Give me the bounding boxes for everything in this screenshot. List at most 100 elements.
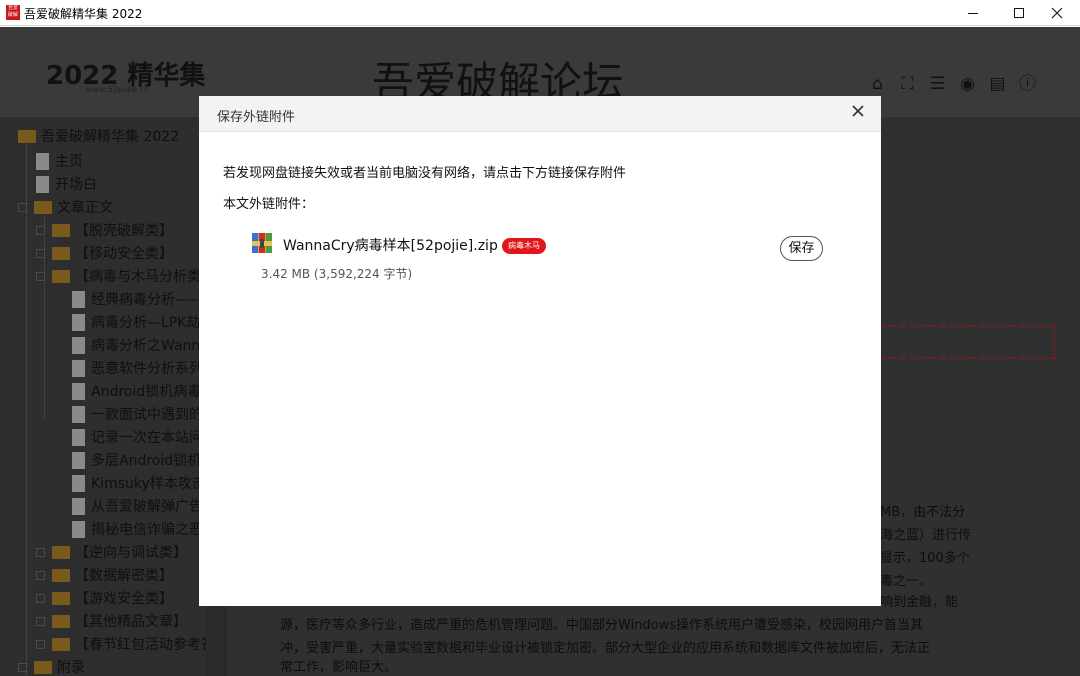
sidebar-item-label: Android锁机病毒 [91, 384, 202, 400]
list-icon[interactable]: ☰ [928, 75, 947, 94]
sidebar-item-label: 揭秘电信诈骗之恶 [91, 522, 203, 538]
sidebar-item[interactable]: 记录一次在本站问 [72, 426, 203, 448]
dialog-header: 保存外链附件 [199, 96, 881, 132]
folder-icon [52, 223, 70, 237]
sidebar-item[interactable]: 从吾爱破解弹广告 [72, 495, 203, 517]
attachment-file-size: 3.42 MB (3,592,224 字节) [261, 267, 413, 281]
sidebar-item[interactable]: 【游戏安全类】 [36, 587, 173, 609]
document-icon [36, 152, 49, 170]
app-logo-icon: 吾爱破解 [6, 5, 20, 20]
folder-icon [18, 129, 36, 143]
folder-icon [34, 660, 52, 674]
expand-icon[interactable] [18, 202, 27, 212]
article-text-line: 响到金融，能 [880, 595, 959, 610]
sidebar-item[interactable]: 【脱壳破解类】 [36, 219, 173, 241]
folder-icon [52, 568, 70, 582]
expand-icon[interactable] [36, 547, 45, 557]
sidebar-item-label: 附录 [57, 660, 85, 676]
sidebar-item-label: 文章正文 [57, 200, 113, 216]
sidebar-item-label: 多层Android锁机 [91, 453, 202, 469]
save-button[interactable]: 保存 [780, 236, 823, 261]
expand-icon[interactable] [36, 593, 45, 603]
info-icon[interactable]: ⓘ [1018, 75, 1037, 94]
sidebar-item[interactable]: 揭秘电信诈骗之恶 [72, 518, 203, 540]
document-icon [72, 359, 85, 377]
sidebar-item-label: 【春节红包活动参考答 [75, 637, 206, 653]
sidebar-item[interactable]: 病毒分析—LPK劫 [72, 311, 200, 333]
sidebar-item[interactable]: Android锁机病毒 [72, 380, 201, 402]
expand-icon[interactable] [36, 639, 45, 649]
document-icon [72, 336, 85, 354]
sidebar-item[interactable]: 【春节红包活动参考答 [36, 633, 206, 655]
sidebar-item[interactable]: 开场白 [36, 173, 97, 195]
sidebar-item[interactable]: 一款面试中遇到的 [72, 403, 203, 425]
sidebar-item-label: 恶意软件分析系列 [91, 361, 203, 377]
folder-icon [52, 637, 70, 651]
folder-icon [34, 200, 52, 214]
app-logo-text: 吾爱破解 [7, 5, 18, 18]
sidebar-item[interactable]: 恶意软件分析系列 [72, 357, 203, 379]
maximize-icon [1014, 8, 1024, 18]
print-icon[interactable]: ▤ [988, 75, 1007, 94]
sidebar-item-label: 【移动安全类】 [75, 246, 173, 262]
zip-archive-icon [252, 233, 272, 253]
sidebar-item[interactable]: 【数据解密类】 [36, 564, 173, 586]
close-window-button[interactable] [1034, 0, 1080, 26]
document-icon [72, 382, 85, 400]
sidebar-item[interactable]: 【病毒与木马分析类 [36, 265, 201, 287]
fullscreen-icon[interactable]: ⛶ [898, 75, 917, 94]
expand-icon[interactable] [18, 662, 27, 672]
sidebar-item-label: 一款面试中遇到的 [91, 407, 203, 423]
attachment-file-link[interactable]: WannaCry病毒样本[52pojie].zip [283, 235, 498, 255]
eye-icon[interactable]: ◉ [958, 75, 977, 94]
sidebar-root[interactable]: 吾爱破解精华集 2022 [18, 125, 179, 147]
sidebar-item[interactable]: 病毒分析之Wann [72, 334, 200, 356]
sidebar-item[interactable]: 【其他精品文章】 [36, 610, 187, 632]
close-icon [1051, 7, 1063, 19]
sidebar-item-label: Kimsuky样本攻击 [91, 476, 206, 492]
folder-icon [52, 246, 70, 260]
document-icon [36, 175, 49, 193]
sidebar-item[interactable]: 主页 [36, 150, 83, 172]
sidebar-tree: 吾爱破解精华集 2022 主页 开场白 文章正文 【脱壳破解类】 【移动安全类】… [0, 117, 206, 676]
sidebar-item[interactable]: 多层Android锁机 [72, 449, 201, 471]
sidebar-item-label: 【其他精品文章】 [75, 614, 187, 630]
dialog-close-button[interactable] [851, 104, 865, 122]
document-icon [72, 405, 85, 423]
window-titlebar: 吾爱破解 吾爱破解精华集 2022 [0, 0, 1080, 26]
sidebar-item-label: 【脱壳破解类】 [75, 223, 173, 239]
save-attachment-dialog: 保存外链附件 若发现网盘链接失效或者当前电脑没有网络，请点击下方链接保存附件 本… [199, 96, 881, 606]
expand-icon[interactable] [36, 225, 45, 235]
sidebar-item-label: 经典病毒分析—— [91, 292, 203, 308]
document-icon [72, 474, 85, 492]
logo-url: www.52pojie.cn [86, 85, 149, 94]
sidebar-item[interactable]: 经典病毒分析—— [72, 288, 203, 310]
sidebar-item[interactable]: 【移动安全类】 [36, 242, 173, 264]
document-icon [72, 451, 85, 469]
document-icon [72, 520, 85, 538]
expand-icon[interactable] [36, 570, 45, 580]
header-toolbar: ⌂ ⛶ ☰ ◉ ▤ ⓘ [868, 75, 1037, 94]
sidebar-item-label: 【逆向与调试类】 [75, 545, 187, 561]
folder-icon [52, 591, 70, 605]
expand-icon[interactable] [36, 271, 45, 281]
home-icon[interactable]: ⌂ [868, 75, 887, 94]
folder-icon [52, 614, 70, 628]
sidebar-item[interactable]: 文章正文 [18, 196, 113, 218]
sidebar-item[interactable]: Kimsuky样本攻击 [72, 472, 206, 494]
dialog-title: 保存外链附件 [217, 110, 296, 125]
sidebar-item-label: 记录一次在本站问 [91, 430, 203, 446]
document-icon [72, 313, 85, 331]
document-icon [72, 290, 85, 308]
expand-icon[interactable] [36, 248, 45, 258]
sidebar-item[interactable]: 【逆向与调试类】 [36, 541, 187, 563]
minimize-button[interactable] [950, 0, 996, 26]
sidebar-item[interactable]: 附录 [18, 656, 85, 676]
attachment-label: 本文外链附件： [223, 197, 315, 212]
article-text-line: 常工作，影响巨大。 [280, 660, 398, 675]
sidebar-root-label: 吾爱破解精华集 2022 [41, 129, 180, 145]
expand-icon[interactable] [36, 616, 45, 626]
sidebar-item-label: 【病毒与木马分析类 [75, 269, 201, 285]
sidebar-item-label: 病毒分析之Wann [91, 338, 201, 354]
window-title: 吾爱破解精华集 2022 [24, 7, 143, 21]
